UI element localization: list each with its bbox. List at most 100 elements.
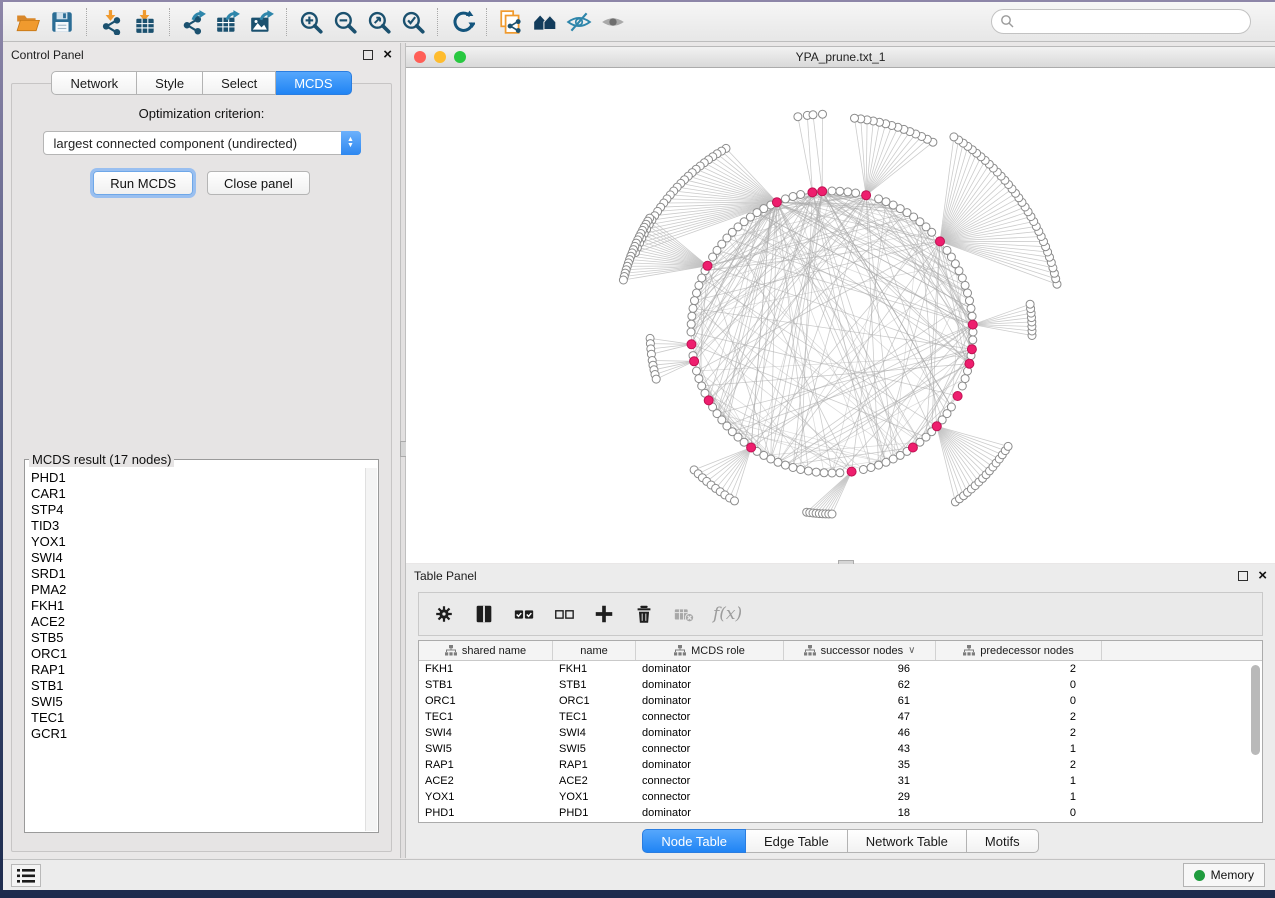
- mcds-result-item[interactable]: SWI5: [31, 694, 378, 710]
- zoom-fit-button[interactable]: [362, 6, 396, 38]
- close-panel-icon[interactable]: ×: [383, 50, 392, 60]
- delete-column-icon: [633, 603, 655, 625]
- export-network-button[interactable]: [177, 6, 211, 38]
- column-header-MCDS-role[interactable]: MCDS role: [636, 641, 784, 660]
- task-history-button[interactable]: [11, 864, 41, 887]
- table-row[interactable]: SWI5SWI5connector431: [419, 741, 1262, 757]
- mcds-result-group: MCDS result (17 nodes) PHD1CAR1STP4TID3Y…: [24, 452, 379, 833]
- zoom-in-button[interactable]: [294, 6, 328, 38]
- tab-edge-table[interactable]: Edge Table: [746, 829, 848, 853]
- zoom-selected-button[interactable]: [396, 6, 430, 38]
- column-header-shared-name[interactable]: shared name: [419, 641, 553, 660]
- cell-mcds_role: dominator: [636, 757, 784, 773]
- close-panel-button[interactable]: Close panel: [207, 171, 310, 195]
- import-network-button[interactable]: [94, 6, 128, 38]
- export-image-button[interactable]: [245, 6, 279, 38]
- control-panel-tabs: NetworkStyleSelectMCDS: [3, 71, 400, 95]
- mcds-result-item[interactable]: YOX1: [31, 534, 378, 550]
- table-row[interactable]: YOX1YOX1connector291: [419, 789, 1262, 805]
- mcds-result-item[interactable]: SWI4: [31, 550, 378, 566]
- network-view-titlebar[interactable]: YPA_prune.txt_1: [406, 47, 1275, 68]
- table-scrollbar[interactable]: [1251, 665, 1260, 755]
- table-row[interactable]: ORC1ORC1dominator610: [419, 693, 1262, 709]
- mcds-result-item[interactable]: STP4: [31, 502, 378, 518]
- network-graph[interactable]: [406, 68, 1275, 562]
- show-columns-button[interactable]: [513, 603, 535, 625]
- hide-selected-button[interactable]: [562, 6, 596, 38]
- table-row[interactable]: FKH1FKH1dominator962: [419, 661, 1262, 677]
- save-button[interactable]: [45, 6, 79, 38]
- hide-columns-button[interactable]: [553, 603, 575, 625]
- table-row[interactable]: PHD1PHD1dominator180: [419, 805, 1262, 821]
- delete-column-button[interactable]: [633, 603, 655, 625]
- cell-successor_nodes: 47: [784, 709, 936, 725]
- gear-button[interactable]: [433, 603, 455, 625]
- mcds-result-item[interactable]: RAP1: [31, 662, 378, 678]
- mcds-result-item[interactable]: STB5: [31, 630, 378, 646]
- table-tabs: Node TableEdge TableNetwork TableMotifs: [406, 829, 1275, 853]
- cell-shared_name: PHD1: [419, 805, 553, 821]
- mcds-result-item[interactable]: CAR1: [31, 486, 378, 502]
- cell-predecessor_nodes: 2: [936, 661, 1102, 677]
- first-neighbors-button[interactable]: [528, 6, 562, 38]
- table-row[interactable]: RAP1RAP1dominator352: [419, 757, 1262, 773]
- float-panel-icon[interactable]: [1238, 571, 1248, 581]
- export-network-icon: [181, 9, 207, 35]
- function-builder-icon: f(x): [713, 604, 742, 624]
- tab-select[interactable]: Select: [203, 71, 276, 95]
- mcds-result-item[interactable]: TID3: [31, 518, 378, 534]
- mcds-result-item[interactable]: GCR1: [31, 726, 378, 742]
- float-panel-icon[interactable]: [363, 50, 373, 60]
- tab-motifs[interactable]: Motifs: [967, 829, 1039, 853]
- show-all-button[interactable]: [596, 6, 630, 38]
- table-row[interactable]: ACE2ACE2connector311: [419, 773, 1262, 789]
- open-file-button[interactable]: [11, 6, 45, 38]
- cell-successor_nodes: 46: [784, 725, 936, 741]
- toolbar-separator: [169, 8, 170, 36]
- network-canvas[interactable]: [406, 68, 1275, 562]
- cell-name: YOX1: [553, 789, 636, 805]
- optimization-criterion-select[interactable]: largest connected component (undirected)…: [43, 131, 361, 155]
- column-header-predecessor-nodes[interactable]: predecessor nodes: [936, 641, 1102, 660]
- node-table[interactable]: shared namenameMCDS rolesuccessor nodes∨…: [418, 640, 1263, 823]
- table-row[interactable]: SWI4SWI4dominator462: [419, 725, 1262, 741]
- tab-network-table[interactable]: Network Table: [848, 829, 967, 853]
- mcds-result-item[interactable]: ORC1: [31, 646, 378, 662]
- tab-node-table[interactable]: Node Table: [642, 829, 746, 853]
- memory-button[interactable]: Memory: [1183, 863, 1265, 887]
- refresh-layout-button[interactable]: [445, 6, 479, 38]
- zoom-out-button[interactable]: [328, 6, 362, 38]
- cell-shared_name: YOX1: [419, 789, 553, 805]
- cell-shared_name: STB1: [419, 677, 553, 693]
- table-row[interactable]: TEC1TEC1connector472: [419, 709, 1262, 725]
- mcds-result-item[interactable]: PMA2: [31, 582, 378, 598]
- column-namespace-icon: [804, 645, 816, 656]
- network-from-selection-button[interactable]: [494, 6, 528, 38]
- search-input[interactable]: [991, 9, 1251, 34]
- cell-name: STB1: [553, 677, 636, 693]
- tab-style[interactable]: Style: [137, 71, 203, 95]
- cell-mcds_role: connector: [636, 709, 784, 725]
- cell-name: ACE2: [553, 773, 636, 789]
- column-header-name[interactable]: name: [553, 641, 636, 660]
- function-builder-button: f(x): [713, 604, 742, 624]
- split-columns-button[interactable]: [473, 603, 495, 625]
- mcds-result-item[interactable]: STB1: [31, 678, 378, 694]
- tab-network[interactable]: Network: [51, 71, 137, 95]
- mcds-result-item[interactable]: PHD1: [31, 470, 378, 486]
- add-column-button[interactable]: [593, 603, 615, 625]
- export-table-button[interactable]: [211, 6, 245, 38]
- mcds-list-scrollbar[interactable]: [365, 468, 377, 831]
- import-table-button[interactable]: [128, 6, 162, 38]
- mcds-result-item[interactable]: FKH1: [31, 598, 378, 614]
- table-row[interactable]: STB1STB1dominator620: [419, 677, 1262, 693]
- column-header-successor-nodes[interactable]: successor nodes∨: [784, 641, 936, 660]
- mcds-result-item[interactable]: SRD1: [31, 566, 378, 582]
- mcds-result-list[interactable]: PHD1CAR1STP4TID3YOX1SWI4SRD1PMA2FKH1ACE2…: [25, 467, 378, 832]
- mcds-result-item[interactable]: TEC1: [31, 710, 378, 726]
- run-mcds-button[interactable]: Run MCDS: [93, 171, 193, 195]
- tab-mcds[interactable]: MCDS: [276, 71, 351, 95]
- cell-shared_name: RAP1: [419, 757, 553, 773]
- mcds-result-item[interactable]: ACE2: [31, 614, 378, 630]
- close-panel-icon[interactable]: ×: [1258, 571, 1267, 581]
